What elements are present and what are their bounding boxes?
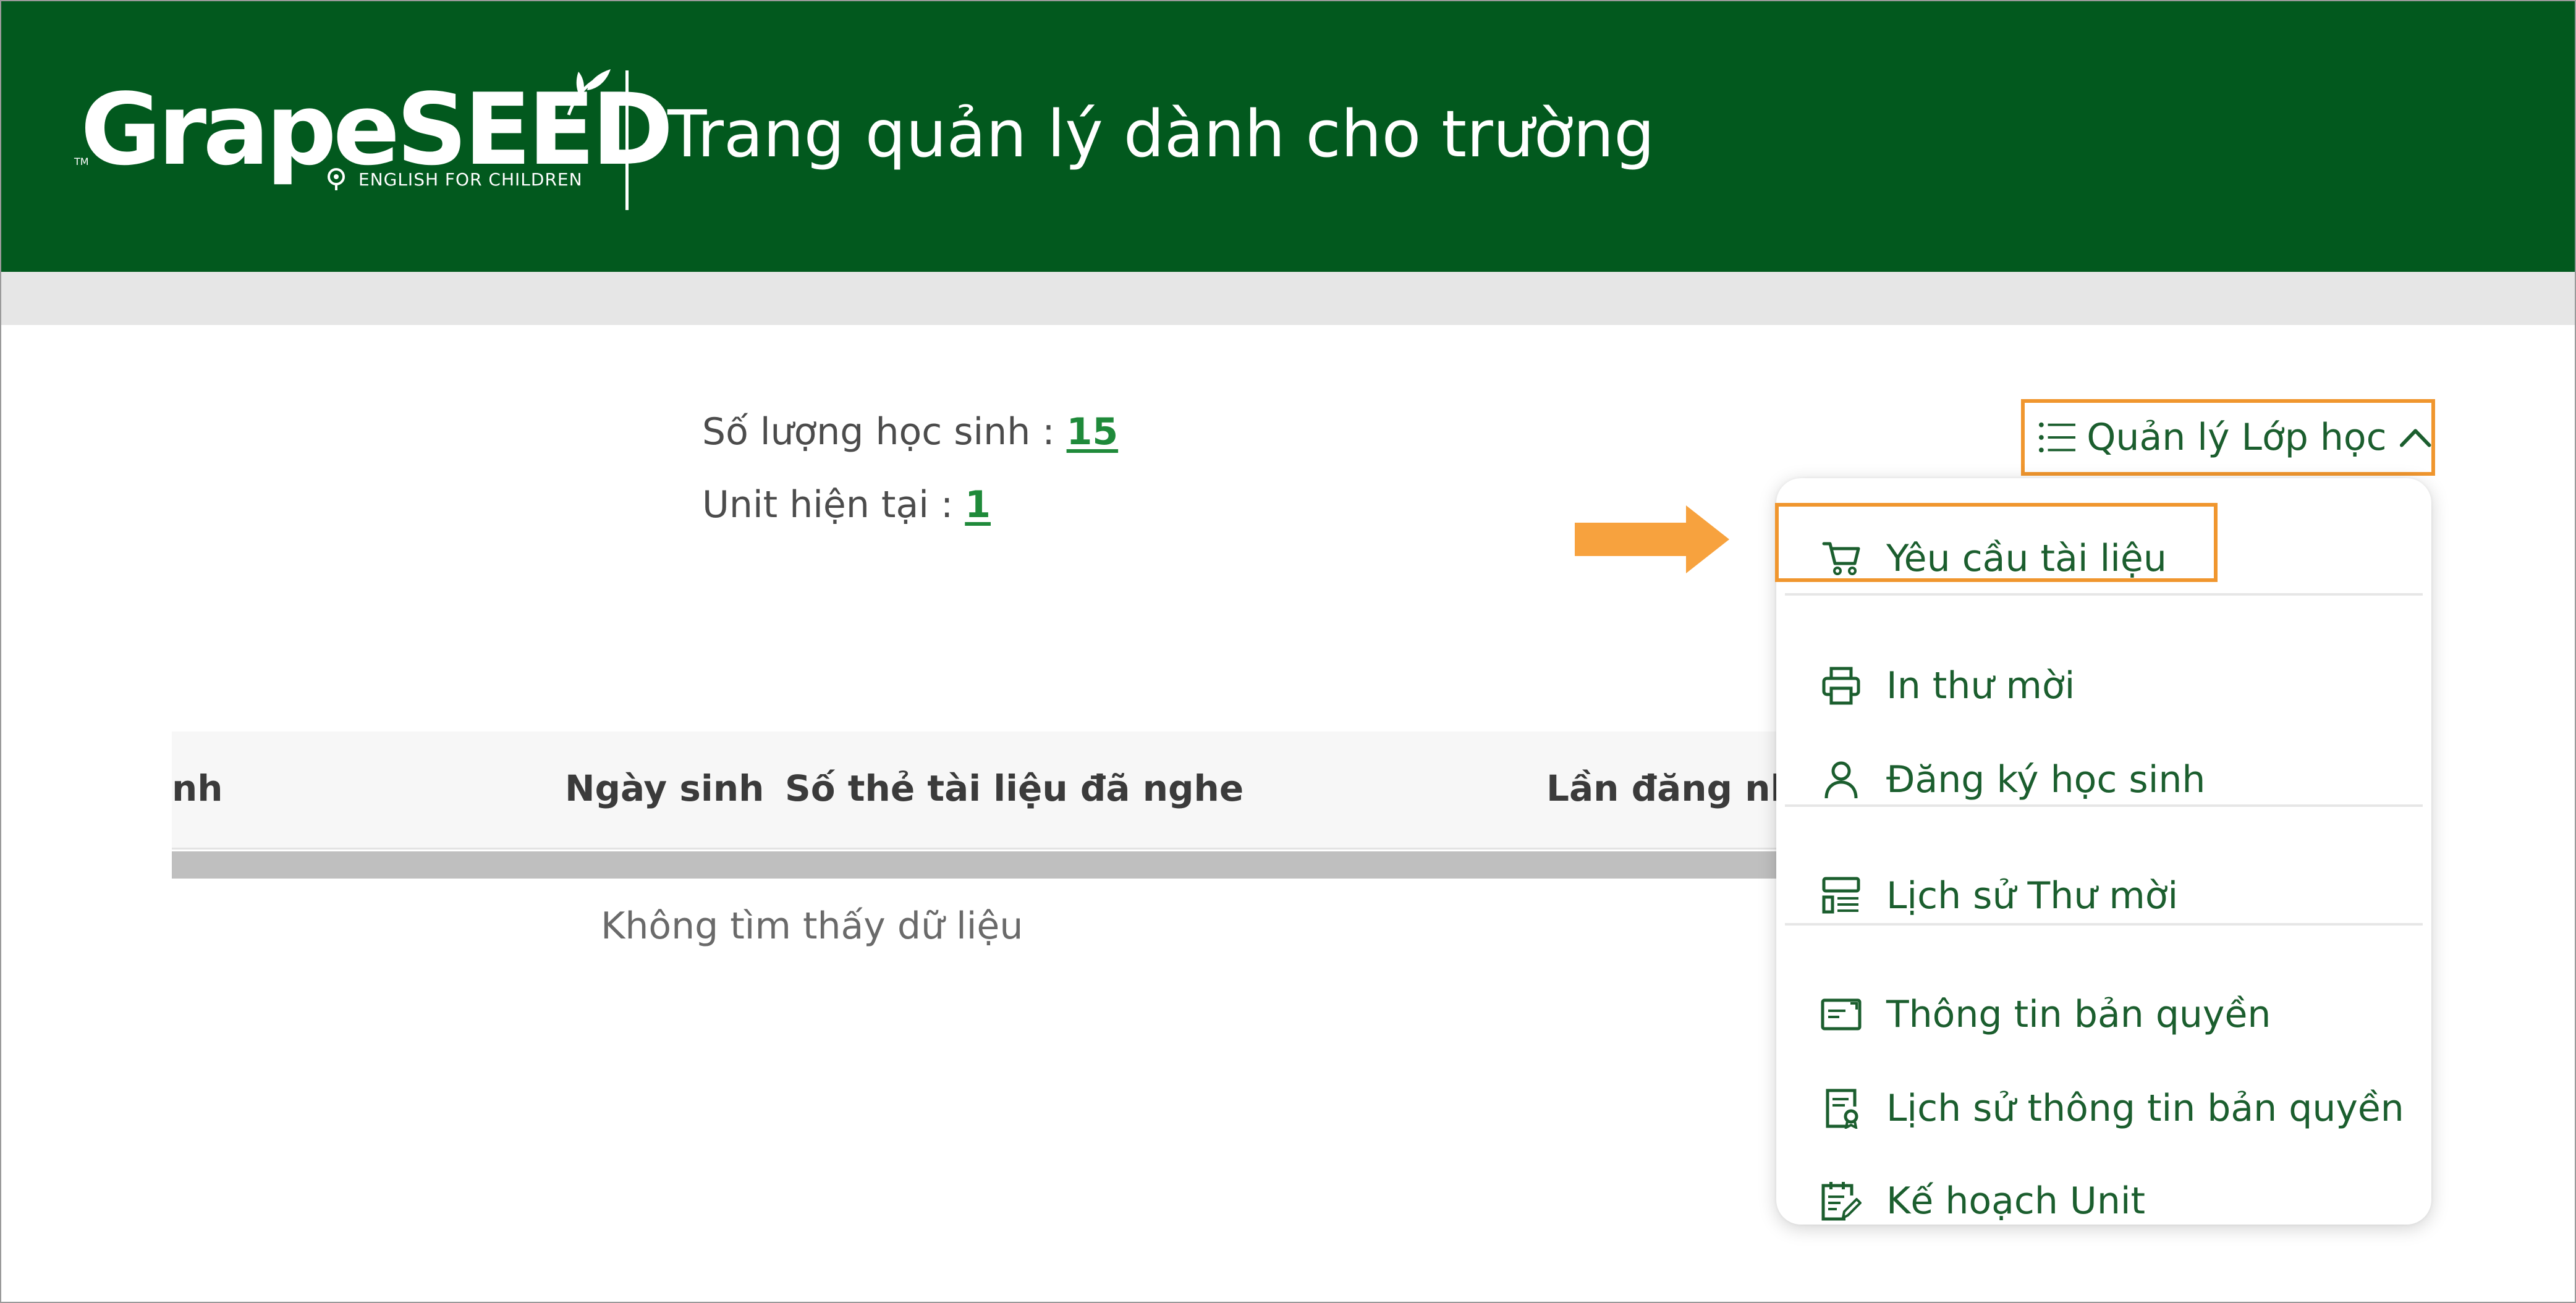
column-header-birthdate[interactable]: Ngày sinh bbox=[565, 767, 764, 809]
menu-divider bbox=[1785, 923, 2423, 926]
current-unit-label: Unit hiện tại : bbox=[702, 483, 954, 526]
user-icon bbox=[1820, 758, 1863, 801]
subheader-band bbox=[1, 272, 2575, 325]
chevron-up-icon bbox=[2399, 429, 2431, 447]
invite-history-icon bbox=[1820, 874, 1863, 917]
current-unit-link[interactable]: 1 bbox=[965, 483, 991, 526]
table-horizontal-scrollbar[interactable] bbox=[172, 851, 1779, 879]
student-count: Số lượng học sinh : 15 bbox=[702, 410, 1118, 453]
menu-item-license-history[interactable]: Lịch sử thông tin bản quyền bbox=[1776, 1077, 2431, 1139]
student-count-link[interactable]: 15 bbox=[1067, 410, 1119, 453]
menu-divider bbox=[1785, 593, 2423, 596]
menu-item-register-student[interactable]: Đăng ký học sinh bbox=[1776, 749, 2431, 811]
menu-item-label: Lịch sử Thư mời bbox=[1886, 874, 2179, 917]
class-management-label: Quản lý Lớp học bbox=[2087, 416, 2387, 459]
page-title: Trang quản lý dành cho trường bbox=[667, 96, 1655, 172]
menu-item-label: Lịch sử thông tin bản quyền bbox=[1886, 1087, 2404, 1130]
highlight-box bbox=[1775, 503, 2218, 582]
printer-icon bbox=[1820, 664, 1863, 707]
menu-item-label: Thông tin bản quyền bbox=[1886, 993, 2271, 1036]
class-management-button[interactable]: Quản lý Lớp học bbox=[2021, 399, 2435, 476]
column-header-name[interactable]: nh bbox=[172, 767, 223, 809]
student-count-label: Số lượng học sinh : bbox=[702, 410, 1055, 453]
license-history-icon bbox=[1820, 1087, 1863, 1130]
empty-table-message: Không tìm thấy dữ liệu bbox=[601, 905, 1023, 948]
unit-plan-icon bbox=[1820, 1179, 1863, 1223]
menu-item-label: Kế hoạch Unit bbox=[1886, 1179, 2146, 1223]
leaf-icon bbox=[567, 69, 611, 116]
license-card-icon bbox=[1820, 993, 1863, 1036]
menu-item-label: In thư mời bbox=[1886, 664, 2075, 707]
column-header-material-cards[interactable]: Số thẻ tài liệu đã nghe bbox=[785, 767, 1244, 809]
menu-item-invitation-history[interactable]: Lịch sử Thư mời bbox=[1776, 865, 2431, 927]
logo-tagline: ENGLISH FOR CHILDREN bbox=[358, 169, 583, 190]
pointer-arrow-icon bbox=[1575, 505, 1729, 573]
menu-item-print-invitation[interactable]: In thư mời bbox=[1776, 655, 2431, 717]
table-header: nh Ngày sinh Số thẻ tài liệu đã nghe Lần… bbox=[172, 732, 1796, 850]
menu-item-label: Đăng ký học sinh bbox=[1886, 758, 2206, 801]
current-unit: Unit hiện tại : 1 bbox=[702, 483, 991, 526]
app-window: TM GrapeSEED ENGLISH FOR CHILDREN Trang … bbox=[0, 0, 2576, 1303]
list-icon bbox=[2038, 422, 2076, 453]
grape-mark-icon bbox=[328, 168, 345, 190]
menu-item-license-info[interactable]: Thông tin bản quyền bbox=[1776, 984, 2431, 1045]
header-divider bbox=[625, 70, 629, 210]
menu-divider bbox=[1785, 804, 2423, 807]
grapeseed-logo[interactable]: TM GrapeSEED ENGLISH FOR CHILDREN bbox=[74, 68, 674, 198]
header-bar: TM GrapeSEED ENGLISH FOR CHILDREN Trang … bbox=[1, 1, 2575, 272]
column-header-last-login[interactable]: Lần đăng nh bbox=[1546, 767, 1796, 809]
class-management-dropdown: Yêu cầu tài liệu In thư mời Đăng ký học … bbox=[1776, 478, 2431, 1225]
menu-item-unit-plan[interactable]: Kế hoạch Unit bbox=[1776, 1170, 2431, 1232]
